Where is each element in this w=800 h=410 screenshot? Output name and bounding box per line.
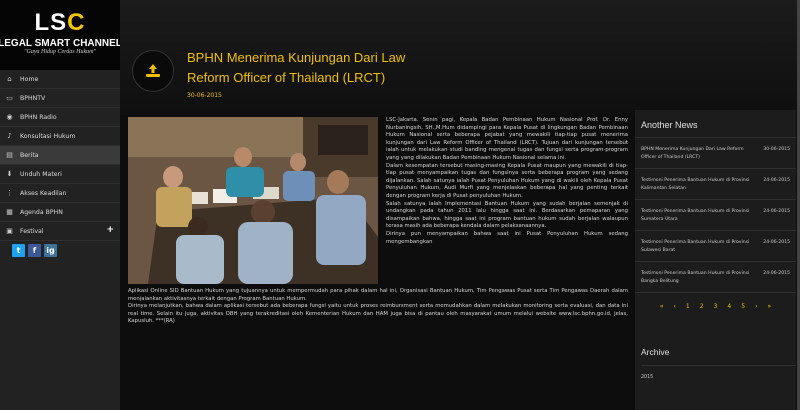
logo-tagline: "Gaya Hidup Cerdas Hukum"	[24, 49, 96, 55]
twitter-icon[interactable]: t	[12, 244, 25, 257]
instagram-icon[interactable]: ig	[44, 244, 57, 257]
nav-label: Festival	[20, 227, 44, 235]
archive-year-link[interactable]: 2015	[635, 366, 796, 380]
news-list-item[interactable]: BPHN Menerima Kunjungan Dari Law Reform …	[635, 138, 796, 169]
another-news-panel: Another News BPHN Menerima Kunjungan Dar…	[635, 110, 796, 410]
news-item-date: 24-06-2015	[763, 271, 790, 276]
news-item-title: Testimoni Penerima Bantuan Hukum di Prov…	[641, 209, 750, 222]
pager-page-4[interactable]: 4	[727, 303, 731, 310]
archive-title: Archive	[641, 347, 796, 366]
news-icon	[132, 50, 174, 92]
nav-item-bphntv[interactable]: ▭ BPHNTV	[0, 89, 120, 108]
another-news-title: Another News	[635, 110, 796, 138]
article-paragraph: Dalam kesempatan tersebut masing-masing …	[386, 162, 628, 199]
article-paragraph: Dirinya pun menyampaikan bahwa saat ini …	[386, 230, 628, 245]
nav-label: Konsultasi Hukum	[20, 132, 76, 140]
news-item-title: BPHN Menerima Kunjungan Dari Law Reform …	[641, 147, 744, 160]
news-list-item[interactable]: Testimoni Penerima Bantuan Hukum di Prov…	[635, 231, 796, 262]
home-icon: ⌂	[7, 75, 12, 83]
news-list-item[interactable]: Testimoni Penerima Bantuan Hukum di Prov…	[635, 169, 796, 200]
nav-label: BPHNTV	[20, 94, 46, 102]
calendar-icon: ▦	[6, 208, 13, 216]
news-item-title: Testimoni Penerima Bantuan Hukum di Prov…	[641, 240, 750, 253]
news-item-date: 24-06-2015	[763, 209, 790, 214]
nav-label: Akses Keadilan	[20, 189, 67, 197]
nav-label: Agenda BPHN	[20, 208, 63, 216]
download-icon: ⬇	[6, 170, 13, 178]
nav-item-berita[interactable]: ▤ Berita	[0, 146, 120, 165]
article-photo	[128, 117, 378, 284]
radio-icon: ◉	[6, 113, 13, 121]
logo-mark: LSC	[34, 9, 86, 36]
pager-page-5[interactable]: 5	[741, 303, 745, 310]
nav-item-konsultasi-hukum[interactable]: ♪ Konsultasi Hukum	[0, 127, 120, 146]
pager-prev[interactable]: ‹	[674, 303, 676, 310]
nav-item-bphn-radio[interactable]: ◉ BPHN Radio	[0, 108, 120, 127]
pager-last[interactable]: »	[767, 303, 771, 310]
article-paragraph: Dirinya melanjutkan, bahwa dalam aplikas…	[128, 303, 628, 325]
nav-item-akses-keadilan[interactable]: ⋮ Akses Keadilan	[0, 184, 120, 203]
main-nav: ⌂ Home ▭ BPHNTV ◉ BPHN Radio ♪ Konsultasi Hu…	[0, 70, 120, 241]
article-paragraph: LSC-Jakarta. Senin pagi, Kepala Badan Pe…	[386, 117, 628, 161]
nav-item-festival[interactable]: ▣ Festival +	[0, 222, 120, 241]
nav-label: Unduh Materi	[20, 170, 62, 178]
pager-page-3[interactable]: 3	[714, 303, 718, 310]
social-links: t f ig	[0, 241, 120, 257]
pager-page-1[interactable]: 1	[686, 303, 690, 310]
nav-label: Berita	[20, 151, 39, 159]
pager-next[interactable]: ›	[755, 303, 757, 310]
facebook-icon[interactable]: f	[28, 244, 41, 257]
article-title: BPHN Menerima Kunjungan Dari Law Reform …	[187, 50, 406, 85]
news-item-date: 24-06-2015	[763, 240, 790, 245]
tv-icon: ▭	[6, 94, 13, 102]
article-paragraph: Salah satunya ialah Implementasi Bantuan…	[386, 200, 628, 230]
sidebar: LSC LEGAL SMART CHANNEL "Gaya Hidup Cerd…	[0, 0, 122, 410]
nav-label: BPHN Radio	[20, 113, 57, 121]
pager-page-2[interactable]: 2	[700, 303, 704, 310]
nav-item-unduh-materi[interactable]: ⬇ Unduh Materi	[0, 165, 120, 184]
document-icon: ▤	[6, 151, 13, 159]
news-item-title: Testimoni Penerima Bantuan Hukum di Prov…	[641, 271, 750, 284]
nav-item-home[interactable]: ⌂ Home	[0, 70, 120, 89]
nav-label: Home	[20, 75, 39, 83]
news-item-date: 24-06-2015	[763, 178, 790, 183]
expand-icon[interactable]: +	[106, 225, 114, 235]
microphone-icon: ♪	[7, 132, 12, 140]
article-body-right: LSC-Jakarta. Senin pagi, Kepala Badan Pe…	[386, 117, 628, 246]
news-list-item[interactable]: Testimoni Penerima Bantuan Hukum di Prov…	[635, 200, 796, 231]
article-header: BPHN Menerima Kunjungan Dari Law Reform …	[120, 0, 798, 115]
news-list-item[interactable]: Testimoni Penerima Bantuan Hukum di Prov…	[635, 262, 796, 293]
pager-first[interactable]: «	[660, 303, 664, 310]
news-item-date: 30-06-2015	[763, 147, 790, 152]
article-body-full: Aplikasi Online SID Bantuan Hukum yang t…	[128, 288, 628, 326]
article-date: 30-06-2015	[187, 92, 222, 99]
nav-item-agenda-bphn[interactable]: ▦ Agenda BPHN	[0, 203, 120, 222]
logo-name: LEGAL SMART CHANNEL	[0, 38, 122, 49]
pagination: « ‹ 1 2 3 4 5 › »	[635, 303, 796, 310]
film-icon: ▣	[6, 227, 13, 235]
article-paragraph: Aplikasi Online SID Bantuan Hukum yang t…	[128, 288, 628, 302]
road-icon: ⋮	[6, 189, 13, 197]
site-logo[interactable]: LSC LEGAL SMART CHANNEL "Gaya Hidup Cerd…	[0, 0, 122, 70]
news-item-title: Testimoni Penerima Bantuan Hukum di Prov…	[641, 178, 750, 191]
